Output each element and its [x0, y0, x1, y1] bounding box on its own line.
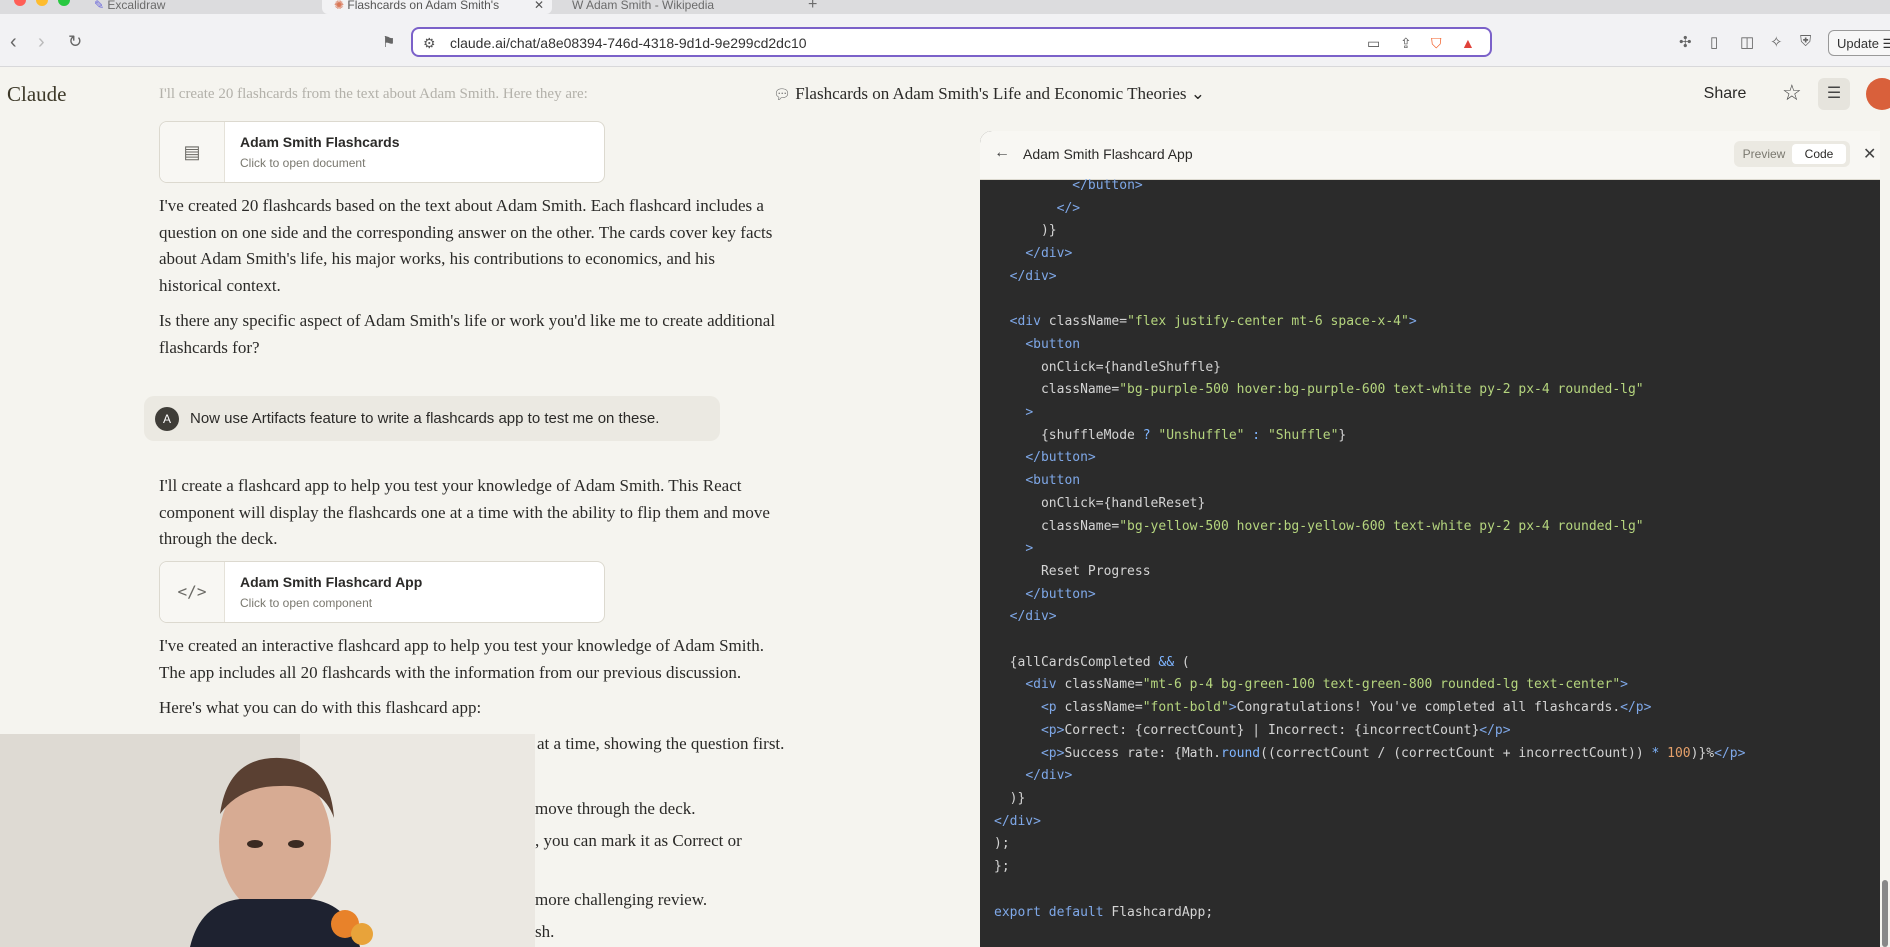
code-tab[interactable]: Code: [1792, 144, 1846, 164]
chat-text: I'll create 20 flashcards from the text …: [159, 86, 588, 102]
close-window-button[interactable]: [14, 0, 26, 6]
presenter-video: [190, 757, 373, 947]
tab-wikipedia[interactable]: W Adam Smith - Wikipedia: [572, 0, 792, 14]
list-item-fragment: , you can mark it as Correct or: [535, 831, 742, 850]
settings-sliders-button[interactable]: ☰: [1818, 78, 1850, 110]
webcam-overlay: [0, 734, 535, 947]
close-tab-icon[interactable]: ✕: [534, 0, 544, 11]
back-icon[interactable]: ‹: [10, 32, 17, 52]
brave-rewards-icon[interactable]: ▲: [1461, 35, 1475, 51]
artifact-panel: ← Adam Smith Flashcard App Preview Code …: [980, 131, 1880, 947]
site-settings-icon[interactable]: ⚙: [423, 35, 436, 52]
card-subtitle: Click to open component: [240, 596, 373, 610]
chat-bubble-icon: 💬︎: [773, 87, 796, 103]
artifact-title: Adam Smith Flashcard App: [1023, 146, 1193, 162]
browser-tab-bar: ✎ Excalidraw ✺ Flashcards on Adam Smith'…: [0, 0, 1890, 14]
maximize-window-button[interactable]: [58, 0, 70, 6]
user-avatar: A: [155, 407, 179, 431]
sidebar-icon[interactable]: ▯: [1710, 33, 1718, 51]
brave-shields-icon[interactable]: ⛉: [1431, 35, 1442, 52]
reload-icon[interactable]: ↻: [68, 32, 82, 52]
address-bar[interactable]: ⚙ claude.ai/chat/a8e08394-746d-4318-9d1d…: [411, 27, 1492, 57]
avatar[interactable]: [1866, 78, 1890, 110]
conversation-title[interactable]: 💬︎ Flashcards on Adam Smith's Life and E…: [773, 84, 1205, 104]
share-page-icon[interactable]: ⇪: [1400, 35, 1412, 52]
forward-icon[interactable]: ›: [38, 32, 45, 52]
list-item-fragment: more challenging review.: [535, 890, 708, 909]
claude-logo[interactable]: Claude: [7, 82, 66, 107]
view-toggle: Preview Code: [1734, 141, 1850, 167]
assistant-paragraph: I've created 20 flashcards based on the …: [159, 196, 773, 295]
update-button[interactable]: Update ☰: [1828, 30, 1890, 56]
artifact-card-document[interactable]: ▤ Adam Smith Flashcards Click to open do…: [159, 121, 605, 183]
list-item-fragment: move through the deck.: [535, 799, 696, 818]
close-icon[interactable]: ✕: [1863, 144, 1876, 164]
artifact-header: ← Adam Smith Flashcard App Preview Code …: [980, 131, 1880, 180]
bookmark-icon[interactable]: ⚑: [382, 33, 395, 53]
preview-tab[interactable]: Preview: [1738, 144, 1790, 164]
vpn-icon[interactable]: ⛨: [1800, 33, 1811, 50]
assistant-paragraph: I've created an interactive flashcard ap…: [159, 636, 764, 682]
assistant-paragraph: Here's what you can do with this flashca…: [159, 698, 482, 717]
card-title: Adam Smith Flashcards: [240, 134, 400, 150]
wikipedia-icon: W: [572, 0, 586, 12]
card-subtitle: Click to open document: [240, 156, 366, 170]
user-message: A Now use Artifacts feature to write a f…: [144, 396, 720, 441]
extensions-icon[interactable]: ✣: [1679, 33, 1692, 51]
card-title: Adam Smith Flashcard App: [240, 574, 423, 590]
code-icon: </>: [160, 562, 225, 622]
list-item-fragment: sh.: [535, 922, 555, 941]
cast-icon[interactable]: ▭: [1367, 35, 1380, 52]
star-icon[interactable]: ☆: [1782, 80, 1802, 106]
leo-ai-icon[interactable]: ✧: [1770, 33, 1783, 51]
minimize-window-button[interactable]: [36, 0, 48, 6]
sliders-icon: ☰: [1826, 85, 1842, 102]
tab-flashcards[interactable]: ✺ Flashcards on Adam Smith's ✕: [322, 0, 552, 14]
url-text[interactable]: claude.ai/chat/a8e08394-746d-4318-9d1d-9…: [450, 35, 807, 51]
assistant-paragraph: I'll create a flashcard app to help you …: [159, 476, 770, 548]
code-view[interactable]: </button> </> )} </div> </div> <div clas…: [994, 175, 1745, 924]
claude-favicon-icon: ✺: [334, 0, 348, 12]
document-icon: ▤: [160, 122, 225, 182]
tab-excalidraw[interactable]: ✎ Excalidraw: [94, 0, 314, 14]
new-tab-button[interactable]: +: [808, 0, 828, 14]
artifact-card-component[interactable]: </> Adam Smith Flashcard App Click to op…: [159, 561, 605, 623]
back-arrow-icon[interactable]: ←: [994, 144, 1010, 162]
wallet-icon[interactable]: ◫: [1740, 33, 1754, 51]
share-button[interactable]: Share: [1675, 78, 1775, 110]
code-scrollbar[interactable]: [1882, 880, 1888, 947]
list-item-fragment: at a time, showing the question first.: [537, 734, 785, 753]
assistant-paragraph: Is there any specific aspect of Adam Smi…: [159, 311, 776, 357]
user-message-text: Now use Artifacts feature to write a fla…: [190, 410, 660, 427]
excalidraw-icon: ✎: [94, 0, 108, 12]
